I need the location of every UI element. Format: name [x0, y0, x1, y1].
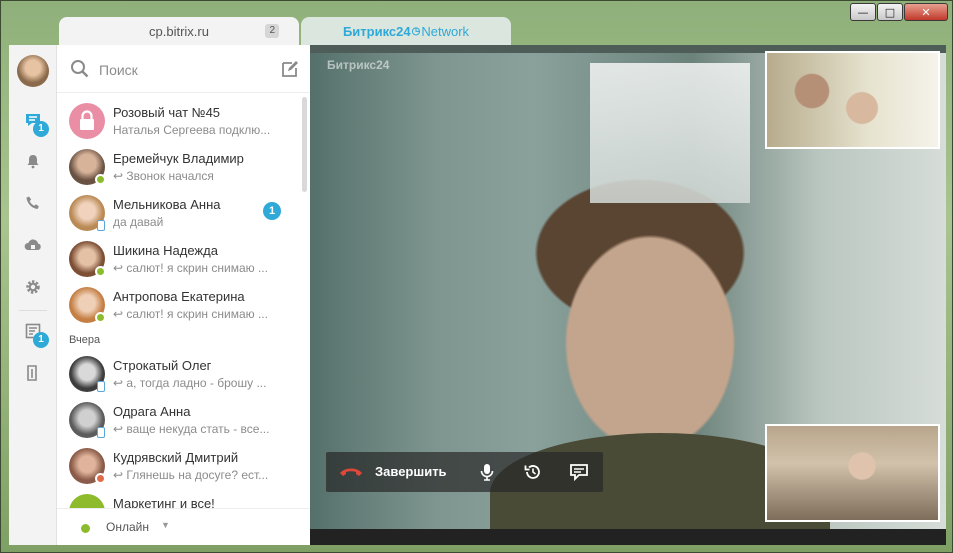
chat-name: Антропова Екатерина: [113, 289, 245, 304]
gear-icon: [26, 280, 40, 294]
my-avatar[interactable]: [17, 55, 49, 87]
status-label: Онлайн: [106, 520, 149, 534]
rail-divider: [19, 310, 47, 311]
list-item[interactable]: Маркетинг и все!: [57, 488, 310, 508]
unread-badge: 1: [263, 202, 281, 220]
list-item[interactable]: Розовый чат №45 Наталья Сергеева подклю.…: [57, 97, 310, 143]
online-status: [95, 266, 106, 277]
chevron-down-icon: ▼: [161, 520, 170, 530]
tab-network-label: Network: [421, 23, 470, 39]
rail-item-disk[interactable]: [23, 237, 43, 257]
tab-label: cp.bitrix.ru: [149, 23, 209, 39]
history-icon[interactable]: [523, 462, 543, 482]
clock-icon: ◷: [411, 25, 421, 37]
reply-icon: ↩: [113, 307, 127, 321]
search-icon: [71, 60, 89, 78]
chat-name: Одрага Анна: [113, 404, 191, 419]
microphone-icon[interactable]: [477, 462, 497, 482]
chat-name: Строкатый Олег: [113, 358, 212, 373]
hangup-button[interactable]: Завершить: [375, 464, 447, 479]
maximize-button[interactable]: □: [877, 3, 903, 21]
list-item[interactable]: Строкатый Олег ↩ а, тогда ладно - брошу …: [57, 350, 310, 396]
dnd-status: [95, 473, 106, 484]
mobile-status-icon: [97, 381, 105, 392]
tab-brand: Битрикс24: [342, 23, 411, 39]
list-item[interactable]: Одрага Анна ↩ ваще некуда стать - все...: [57, 396, 310, 442]
self-video-thumbnail[interactable]: [765, 424, 940, 522]
search-input[interactable]: Поиск: [99, 62, 138, 78]
chat-name: Розовый чат №45: [113, 105, 221, 120]
tasks-badge: 1: [33, 332, 49, 348]
sidebar-rail: 1 1: [9, 45, 57, 545]
rail-item-settings[interactable]: [23, 279, 43, 299]
document-icon: [27, 365, 37, 381]
chat-preview: ↩ Звонок начался: [113, 169, 214, 183]
chats-badge: 1: [33, 121, 49, 137]
list-item[interactable]: Антропова Екатерина ↩ салют! я скрин сни…: [57, 281, 310, 327]
chat-bubble-icon[interactable]: [569, 462, 589, 482]
bell-icon: [27, 155, 39, 169]
chat-panel: Поиск Розовый чат №45 Наталья Сергеева п…: [57, 45, 310, 545]
avatar: [69, 103, 105, 139]
list-item[interactable]: Кудрявский Дмитрий ↩ Глянешь на досуге? …: [57, 442, 310, 488]
phone-icon: [26, 196, 39, 209]
chat-preview: ↩ салют! я скрин снимаю ...: [113, 261, 268, 275]
chat-preview: да давай: [113, 215, 164, 229]
chat-name: Мельникова Анна: [113, 197, 221, 212]
window-controls: — □ ✕: [850, 3, 948, 21]
chat-name: Кудрявский Дмитрий: [113, 450, 239, 465]
rail-item-notifications[interactable]: [23, 153, 43, 173]
reply-icon: ↩: [113, 261, 127, 275]
rail-item-docs[interactable]: [23, 365, 43, 385]
minimize-button[interactable]: —: [850, 3, 876, 21]
chat-preview: ↩ а, тогда ладно - брошу ...: [113, 376, 267, 390]
reply-icon: ↩: [113, 422, 127, 436]
avatar: [69, 494, 105, 508]
participant-video-thumbnail[interactable]: [765, 51, 940, 149]
chat-preview: ↩ салют! я скрин снимаю ...: [113, 307, 268, 321]
call-controls: Завершить: [326, 452, 603, 492]
chat-name: Еремейчук Владимир: [113, 151, 244, 166]
search-bar[interactable]: Поиск: [57, 45, 310, 93]
reply-icon: ↩: [113, 468, 127, 482]
reply-icon: ↩: [113, 169, 127, 183]
video-bottom-bar: [310, 529, 946, 545]
chat-preview: ↩ Глянешь на досуге? ест...: [113, 468, 269, 482]
status-selector[interactable]: Онлайн ▼: [57, 508, 310, 545]
online-status: [95, 312, 106, 323]
chat-list: Розовый чат №45 Наталья Сергеева подклю.…: [57, 93, 310, 508]
online-status: [95, 174, 106, 185]
close-button[interactable]: ✕: [904, 3, 948, 21]
video-watermark: Битрикс24: [327, 58, 390, 72]
chat-preview: Наталья Сергеева подклю...: [113, 123, 271, 137]
chat-preview: ↩ ваще некуда стать - все...: [113, 422, 270, 436]
section-header-yesterday: Вчера: [69, 334, 101, 346]
video-background-window: [590, 63, 750, 203]
chat-name: Шикина Надежда: [113, 243, 218, 258]
online-dot: [81, 524, 90, 533]
chat-name: Маркетинг и все!: [113, 496, 215, 508]
mobile-status-icon: [97, 220, 105, 231]
rail-item-calls[interactable]: [23, 195, 43, 215]
reply-icon: ↩: [113, 376, 127, 390]
video-call-area: Битрикс24 Завершить: [310, 45, 946, 545]
tab-badge: 2: [265, 24, 279, 38]
tab-bitrix24-network[interactable]: Битрикс24 ◷ Network: [301, 17, 511, 45]
cloud-disk-icon: [24, 239, 41, 250]
tab-cp-bitrix[interactable]: cp.bitrix.ru 2: [59, 17, 299, 45]
new-chat-icon[interactable]: [280, 59, 300, 79]
list-item[interactable]: Еремейчук Владимир ↩ Звонок начался: [57, 143, 310, 189]
list-item[interactable]: Мельникова Анна да давай 1: [57, 189, 310, 235]
app-window: — □ ✕ cp.bitrix.ru 2 Битрикс24 ◷ Network…: [0, 0, 953, 553]
title-bar: — □ ✕ cp.bitrix.ru 2 Битрикс24 ◷ Network: [1, 1, 953, 45]
scrollbar[interactable]: [302, 97, 307, 192]
mobile-status-icon: [97, 427, 105, 438]
lock-icon: [80, 110, 94, 130]
list-item[interactable]: Шикина Надежда ↩ салют! я скрин снимаю .…: [57, 235, 310, 281]
hangup-icon[interactable]: [338, 464, 364, 480]
